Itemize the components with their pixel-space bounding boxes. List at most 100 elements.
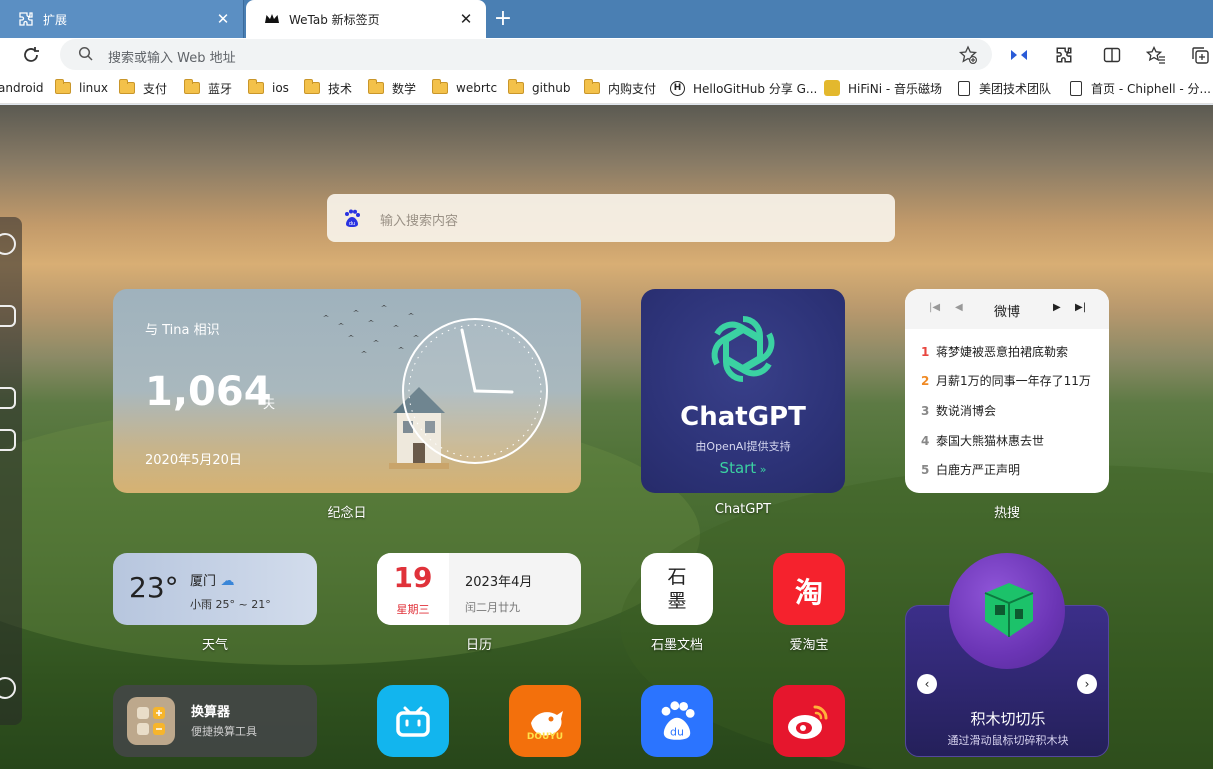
app-label-taobao: 爱淘宝 bbox=[789, 638, 829, 653]
svg-text:DOUYU: DOUYU bbox=[527, 732, 563, 742]
bookmark-label: HelloGitHub 分享 G... bbox=[693, 81, 818, 96]
hot-text: 白鹿方严正声明 bbox=[936, 463, 1021, 477]
bookmark-webrtc[interactable]: webrtc bbox=[432, 78, 497, 98]
search-placeholder: 输入搜索内容 bbox=[380, 214, 459, 229]
folder-icon bbox=[584, 79, 600, 94]
folder-icon bbox=[55, 79, 71, 94]
search-box[interactable]: du 输入搜索内容 bbox=[327, 194, 895, 242]
close-icon[interactable]: ✕ bbox=[456, 9, 476, 29]
hot-rank: 4 bbox=[921, 434, 930, 448]
bookmark-label: android bbox=[0, 81, 44, 95]
puzzle-icon bbox=[18, 11, 34, 27]
baidu-paw-icon: du bbox=[661, 701, 695, 740]
anniversary-title: 与 Tina 相识 bbox=[145, 323, 220, 338]
game-icon[interactable] bbox=[949, 553, 1065, 669]
avatar-icon[interactable] bbox=[0, 233, 16, 255]
chatgpt-start-button[interactable]: Start » bbox=[641, 459, 845, 477]
bookmark-bluetooth[interactable]: 蓝牙 bbox=[184, 78, 232, 98]
bookmark-iap[interactable]: 内购支付 bbox=[584, 78, 656, 98]
extensions-icon[interactable] bbox=[1053, 44, 1075, 66]
calendar-label: 日历 bbox=[465, 638, 492, 653]
chatgpt-label: ChatGPT bbox=[714, 502, 772, 517]
sidebar-game-icon[interactable] bbox=[0, 387, 16, 409]
bookmark-label: github bbox=[532, 81, 571, 95]
weather-widget[interactable]: 23° 厦门 ☁ 小雨 25° ~ 21° bbox=[113, 553, 317, 625]
hot-search-label: 热搜 bbox=[993, 506, 1020, 521]
split-arrows-icon[interactable] bbox=[1008, 44, 1030, 66]
weather-city: 厦门 ☁ bbox=[190, 570, 234, 589]
baidu-paw-icon[interactable]: du bbox=[342, 208, 362, 228]
game-next-arrow[interactable]: › bbox=[1077, 674, 1097, 694]
folder-icon bbox=[368, 79, 384, 94]
bookmark-ios[interactable]: ios bbox=[248, 78, 289, 98]
new-tab-button[interactable]: + bbox=[490, 7, 516, 33]
bookmark-hifini[interactable]: HiFiNi - 音乐磁场 bbox=[824, 78, 942, 98]
calendar-day: 19 bbox=[393, 561, 433, 594]
folder-icon bbox=[119, 79, 135, 94]
bookmark-label: 蓝牙 bbox=[208, 81, 233, 96]
sidebar-tool-icon[interactable] bbox=[0, 429, 16, 451]
anniversary-days: 1,064 bbox=[145, 369, 272, 415]
game-title: 积木切切乐 bbox=[970, 710, 1046, 728]
hot-item[interactable]: 4 泰国大熊猫林惠去世 bbox=[921, 432, 1044, 449]
app-bilibili[interactable] bbox=[377, 685, 449, 757]
bookmark-math[interactable]: 数学 bbox=[368, 78, 416, 98]
app-shimo[interactable]: 石 墨 bbox=[641, 553, 713, 625]
hot-item[interactable]: 3 数说消博会 bbox=[921, 402, 996, 419]
hifini-icon bbox=[824, 80, 840, 96]
hot-search-widget[interactable]: |◀ ◀ 微博 ▶ ▶| 1 蒋梦婕被恶意拍裙底勒索 2 月薪1万的同事一年存了11… bbox=[905, 289, 1109, 493]
address-bar[interactable]: 搜索或输入 Web 地址 bbox=[60, 39, 992, 70]
hellogithub-icon: H bbox=[670, 80, 685, 96]
settings-icon[interactable] bbox=[0, 677, 16, 699]
add-favorite-icon[interactable] bbox=[958, 45, 978, 68]
weather-label: 天气 bbox=[201, 638, 228, 653]
sidebar-nav-icon[interactable] bbox=[0, 347, 16, 369]
bookmark-linux[interactable]: linux bbox=[55, 78, 108, 98]
collections-icon[interactable] bbox=[1189, 44, 1211, 66]
bookmark-label: 首页 - Chiphell - 分... bbox=[1091, 81, 1211, 96]
address-placeholder: 搜索或输入 Web 地址 bbox=[108, 51, 236, 66]
weather-city-name: 厦门 bbox=[190, 574, 217, 589]
bookmark-tech[interactable]: 技术 bbox=[304, 78, 352, 98]
hot-item[interactable]: 5 白鹿方严正声明 bbox=[921, 461, 1020, 478]
hot-rank: 5 bbox=[921, 463, 930, 477]
hot-item[interactable]: 1 蒋梦婕被恶意拍裙底勒索 bbox=[921, 343, 1068, 360]
game-prev-arrow[interactable]: ‹ bbox=[917, 674, 937, 694]
reload-icon[interactable] bbox=[20, 44, 42, 66]
bookmark-android[interactable]: android bbox=[0, 78, 44, 98]
chatgpt-widget[interactable]: ChatGPT 由OpenAI提供支持 Start » bbox=[641, 289, 845, 493]
tab-extensions[interactable]: 扩展 ✕ bbox=[0, 0, 244, 38]
app-weibo[interactable] bbox=[773, 685, 845, 757]
anniversary-date: 2020年5月20日 bbox=[145, 453, 242, 468]
app-douyu[interactable]: DOUYU bbox=[509, 685, 581, 757]
bookmark-label: 内购支付 bbox=[608, 81, 657, 96]
bookmark-chiphell[interactable]: 首页 - Chiphell - 分... bbox=[1070, 78, 1211, 98]
shimo-logo-icon: 石 墨 bbox=[667, 566, 687, 612]
anniversary-widget[interactable]: 与 Tina 相识 1,064 天 2020年5月20日 bbox=[113, 289, 581, 493]
split-screen-icon[interactable] bbox=[1101, 44, 1123, 66]
bookmark-label: 技术 bbox=[328, 81, 353, 96]
bookmark-github[interactable]: github bbox=[508, 78, 570, 98]
next-icon[interactable]: ▶ bbox=[1053, 302, 1061, 313]
favorites-icon[interactable] bbox=[1145, 44, 1167, 66]
bookmark-pay[interactable]: 支付 bbox=[119, 78, 167, 98]
chatgpt-subtitle: 由OpenAI提供支持 bbox=[695, 440, 791, 453]
calendar-lunar: 闰二月廿九 bbox=[465, 601, 520, 614]
home-icon[interactable] bbox=[0, 305, 16, 327]
bookmarks-bar: android linux 支付 蓝牙 ios 技术 数学 webrtc git… bbox=[0, 71, 1213, 104]
last-page-icon[interactable]: ▶| bbox=[1075, 302, 1086, 313]
hot-item[interactable]: 2 月薪1万的同事一年存了11万 bbox=[921, 372, 1091, 389]
hot-text: 蒋梦婕被恶意拍裙底勒索 bbox=[936, 345, 1069, 359]
converter-widget[interactable]: 换算器 便捷换算工具 bbox=[113, 685, 317, 757]
folder-icon bbox=[248, 79, 264, 94]
app-taobao[interactable]: 淘 bbox=[773, 553, 845, 625]
calendar-weekday: 星期三 bbox=[396, 603, 430, 616]
bookmark-meituan[interactable]: 美团技术团队 bbox=[958, 78, 1051, 98]
app-label-shimo: 石墨文档 bbox=[650, 638, 703, 653]
calendar-widget[interactable]: 19 星期三 2023年4月 闰二月廿九 bbox=[377, 553, 581, 625]
app-baidu[interactable]: du bbox=[641, 685, 713, 757]
bookmark-hellogithub[interactable]: H HelloGitHub 分享 G... bbox=[670, 78, 817, 98]
tab-wetab[interactable]: WeTab 新标签页 ✕ bbox=[246, 0, 486, 38]
hot-rank: 2 bbox=[921, 374, 930, 388]
close-icon[interactable]: ✕ bbox=[213, 9, 233, 29]
